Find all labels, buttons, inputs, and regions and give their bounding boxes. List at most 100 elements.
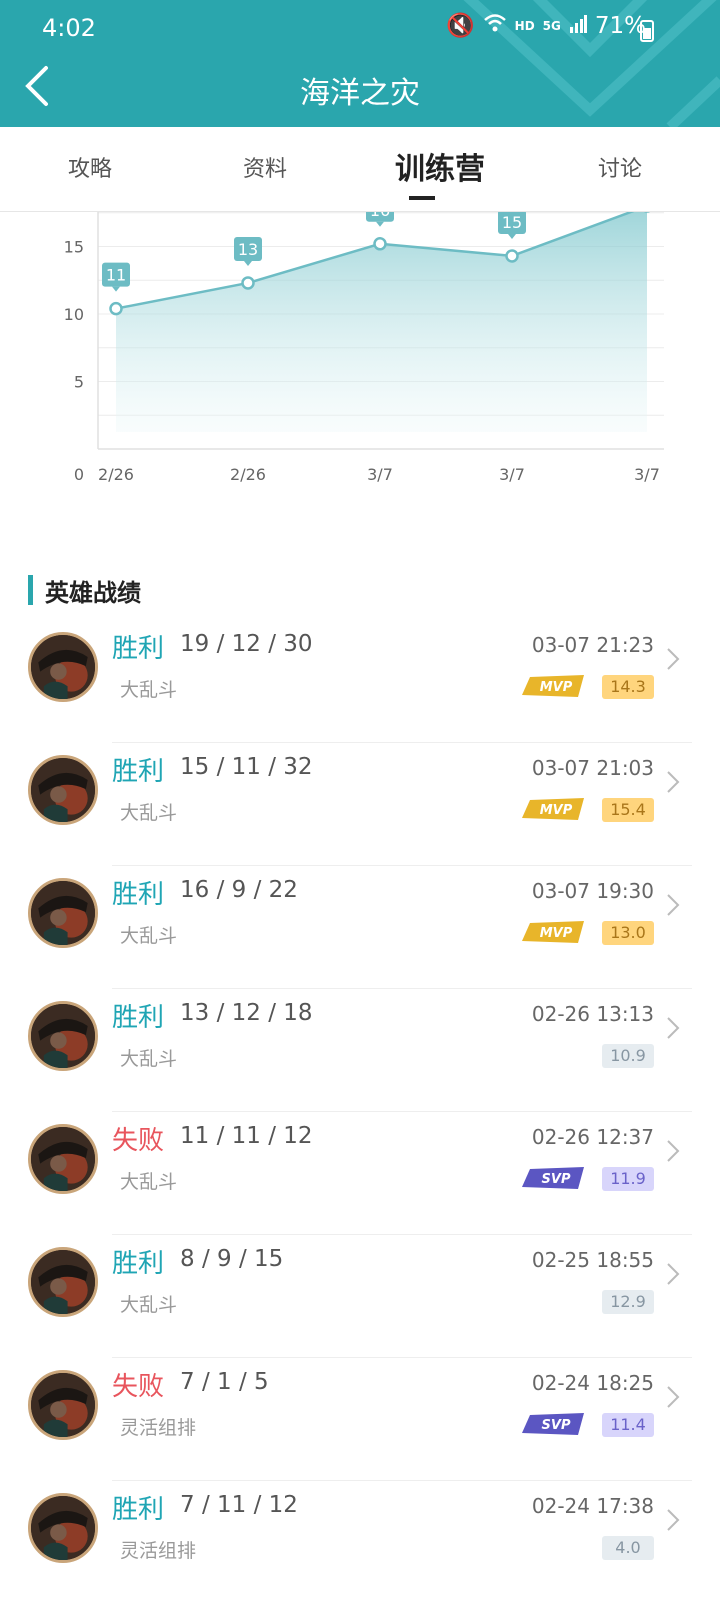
score-badge: 15.4 [602, 798, 654, 822]
wifi-icon [483, 13, 507, 39]
match-datetime: 02-25 18:55 [531, 1248, 654, 1272]
status-bar: 4:02 🔇 HD 5G 71% [0, 0, 720, 58]
badge-label: SVP [542, 1172, 571, 1187]
chart-y-tick-label: 15 [64, 238, 84, 257]
match-datetime: 02-26 13:13 [531, 1002, 654, 1026]
match-record-3[interactable]: 胜利 16 / 9 / 22 大乱斗 03-07 19:30 13.0 MVP [0, 866, 720, 989]
score-badge: 14.3 [602, 675, 654, 699]
status-time: 4:02 [42, 14, 96, 42]
chevron-right-icon [666, 1505, 680, 1540]
tab-info[interactable]: 资料 [205, 127, 325, 212]
tab-indicator [409, 196, 435, 200]
game-mode: 灵活组排 [120, 1417, 197, 1439]
match-record-8[interactable]: 胜利 7 / 11 / 12 灵活组排 02-24 17:38 4.0 [0, 1481, 720, 1600]
game-mode: 大乱斗 [120, 1294, 178, 1316]
match-result: 胜利 [112, 1495, 165, 1525]
chart-y-tick-label: 0 [74, 465, 84, 484]
tab-guide[interactable]: 攻略 [30, 127, 150, 212]
chart-point [505, 249, 519, 263]
hero-avatar [28, 1247, 98, 1317]
match-datetime: 02-26 12:37 [531, 1125, 654, 1149]
badge-label: SVP [542, 1418, 571, 1433]
section-accent-bar [28, 575, 33, 605]
match-result: 胜利 [112, 1249, 165, 1279]
chevron-right-icon [666, 890, 680, 925]
chevron-right-icon [666, 767, 680, 802]
chart-point [373, 237, 387, 251]
match-result: 失败 [112, 1372, 165, 1402]
chart-data-label: 16 [370, 212, 390, 220]
score-badge: 13.0 [602, 921, 654, 945]
chart-point [241, 276, 255, 290]
chart-data-label-pointer [376, 221, 384, 227]
score-badge: 4.0 [602, 1536, 654, 1560]
kda: 19 / 12 / 30 [180, 631, 313, 657]
chart-data-label-pointer [508, 233, 516, 239]
page-title: 海洋之灾 [300, 76, 420, 111]
match-result: 胜利 [112, 880, 165, 910]
chart-data-label: 11 [106, 266, 126, 285]
score-badge: 10.9 [602, 1044, 654, 1068]
game-mode: 大乱斗 [120, 802, 178, 824]
chart-data-label-pointer [244, 260, 252, 266]
chart-y-tick-label: 10 [64, 305, 84, 324]
chart-data-label-pointer [112, 286, 120, 292]
kda: 7 / 11 / 12 [180, 1492, 298, 1518]
match-datetime: 02-24 18:25 [531, 1371, 654, 1395]
tab-discussion[interactable]: 讨论 [560, 127, 680, 212]
chart-y-tick-label: 5 [74, 373, 84, 392]
match-datetime: 03-07 21:03 [531, 756, 654, 780]
section-title: 英雄战绩 [28, 574, 141, 607]
kda: 8 / 9 / 15 [180, 1246, 284, 1272]
game-mode: 大乱斗 [120, 925, 178, 947]
hero-avatar [28, 1370, 98, 1440]
hero-avatar [28, 755, 98, 825]
score-badge: 11.9 [602, 1167, 654, 1191]
game-mode: 大乱斗 [120, 679, 178, 701]
match-datetime: 03-07 19:30 [531, 879, 654, 903]
match-record-list: 胜利 19 / 12 / 30 大乱斗 03-07 21:23 14.3 MVP… [0, 620, 720, 1600]
kda: 11 / 11 / 12 [180, 1123, 313, 1149]
match-record-4[interactable]: 胜利 13 / 12 / 18 大乱斗 02-26 13:13 10.9 [0, 989, 720, 1112]
battery-icon [640, 20, 654, 42]
tab-training[interactable]: 训练营 [365, 127, 515, 212]
score-trend-chart: 0 5 10 15 11 2/26 13 2/26 16 3/7 15 3/7 3/7 [64, 212, 664, 484]
app-header: 4:02 🔇 HD 5G 71% 海洋之灾 [0, 0, 720, 127]
chevron-right-icon [666, 644, 680, 679]
score-badge: 11.4 [602, 1413, 654, 1437]
svp-badge: SVP [522, 1413, 584, 1435]
chart-x-tick-label: 3/7 [499, 465, 525, 484]
match-record-6[interactable]: 胜利 8 / 9 / 15 大乱斗 02-25 18:55 12.9 [0, 1235, 720, 1358]
chevron-right-icon [666, 1013, 680, 1048]
mvp-badge: MVP [522, 921, 584, 943]
hero-avatar [28, 1001, 98, 1071]
chevron-right-icon [666, 1136, 680, 1171]
game-mode: 大乱斗 [120, 1171, 178, 1193]
tab-bar: 攻略 资料 训练营 讨论 [0, 127, 720, 212]
hero-avatar [28, 878, 98, 948]
match-datetime: 02-24 17:38 [531, 1494, 654, 1518]
match-result: 胜利 [112, 757, 165, 787]
section-title-text: 英雄战绩 [45, 578, 141, 607]
svp-badge: SVP [522, 1167, 584, 1189]
status-icons: 🔇 HD 5G 71% [446, 12, 646, 40]
chart-point [109, 301, 123, 316]
hd-indicator: HD [514, 18, 535, 33]
chart-x-tick-label: 3/7 [634, 465, 660, 484]
hero-avatar [28, 1124, 98, 1194]
match-record-2[interactable]: 胜利 15 / 11 / 32 大乱斗 03-07 21:03 15.4 MVP [0, 743, 720, 866]
chevron-right-icon [666, 1382, 680, 1417]
mvp-badge: MVP [522, 675, 584, 697]
battery-percent: 71% [594, 12, 646, 39]
match-record-7[interactable]: 失败 7 / 1 / 5 灵活组排 02-24 18:25 11.4 SVP [0, 1358, 720, 1481]
chart-data-label: 15 [502, 213, 522, 232]
match-result: 胜利 [112, 634, 165, 664]
mute-icon: 🔇 [446, 13, 475, 39]
chevron-right-icon [666, 1259, 680, 1294]
match-record-1[interactable]: 胜利 19 / 12 / 30 大乱斗 03-07 21:23 14.3 MVP [0, 620, 720, 743]
hero-avatar [28, 1493, 98, 1563]
match-result: 失败 [112, 1126, 165, 1156]
match-record-5[interactable]: 失败 11 / 11 / 12 大乱斗 02-26 12:37 11.9 SVP [0, 1112, 720, 1235]
kda: 7 / 1 / 5 [180, 1369, 269, 1395]
chart-x-tick-label: 3/7 [367, 465, 393, 484]
